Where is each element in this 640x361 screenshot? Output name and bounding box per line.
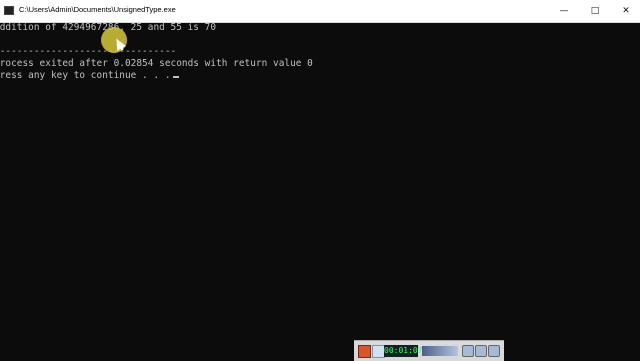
minimize-button[interactable]: —: [556, 3, 572, 19]
window-title: C:\Users\Admin\Documents\UnsignedType.ex…: [19, 5, 176, 14]
stop-record-icon[interactable]: [358, 345, 371, 358]
text-cursor: [172, 76, 179, 78]
press-key-text: Press any key to continue . . .: [0, 70, 171, 81]
maximize-button[interactable]: □: [587, 3, 603, 19]
camera-icon[interactable]: [462, 345, 474, 357]
volume-level: [422, 346, 458, 356]
console-line-press-key: Press any key to continue . . .: [0, 70, 179, 82]
settings-icon[interactable]: [475, 345, 487, 357]
console-line-process-exited: Process exited after 0.02854 seconds wit…: [0, 58, 313, 69]
close-button[interactable]: ✕: [618, 3, 634, 19]
console-separator: --------------------------------: [0, 46, 177, 57]
record-timer: 00:01:07: [384, 345, 423, 357]
title-bar[interactable]: C:\Users\Admin\Documents\UnsignedType.ex…: [0, 0, 640, 23]
console-app-icon: [4, 6, 14, 15]
console-output[interactable]: Addition of 4294967286, 25 and 55 is 70 …: [0, 22, 640, 338]
screen-recorder-toolbar[interactable]: 00:01:07: [354, 340, 504, 361]
help-icon[interactable]: [488, 345, 500, 357]
